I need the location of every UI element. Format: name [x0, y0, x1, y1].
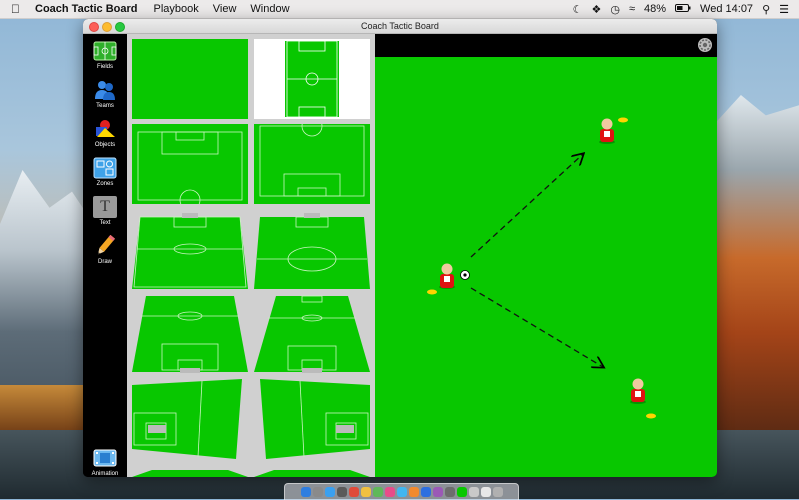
tool-fields[interactable]: Fields	[83, 40, 127, 70]
field-thumbnail-angled-right[interactable]	[254, 379, 370, 459]
player-marker-bottom[interactable]	[630, 378, 646, 405]
field-thumbnail-partial-left[interactable]	[132, 464, 248, 477]
field-thumbnail-half-top[interactable]	[132, 124, 248, 204]
field-thumbnail-perspective-4[interactable]	[254, 294, 370, 374]
trash-icon[interactable]	[492, 487, 503, 497]
field-thumbnail-perspective-3[interactable]	[132, 294, 248, 374]
objects-icon	[93, 118, 117, 140]
cone-marker-top[interactable]	[618, 117, 628, 123]
menu-playbook[interactable]: Playbook	[154, 3, 199, 15]
window-title: Coach Tactic Board	[361, 21, 439, 31]
text-tool-glyph: T	[100, 198, 110, 215]
notes-icon[interactable]	[360, 487, 371, 497]
close-window-button[interactable]	[89, 22, 99, 32]
photo-booth-icon[interactable]	[336, 487, 347, 497]
spotlight-search-icon[interactable]: ⚲	[762, 3, 770, 16]
app-menu[interactable]: Coach Tactic Board	[35, 3, 138, 15]
messages-icon[interactable]	[396, 487, 407, 497]
wifi-icon[interactable]: ≈	[629, 3, 635, 15]
tool-teams[interactable]: Teams	[83, 79, 127, 109]
preview-icon[interactable]	[468, 487, 479, 497]
menu-view[interactable]: View	[213, 3, 237, 15]
zoom-window-button[interactable]	[115, 22, 125, 32]
apple-menu-icon[interactable]: 	[11, 2, 25, 16]
tool-label: Animation	[91, 471, 119, 477]
tool-draw[interactable]: Draw	[83, 234, 127, 265]
field-thumbnail-half-bottom[interactable]	[254, 124, 370, 204]
tool-zones[interactable]: Zones	[83, 157, 127, 187]
menubar-clock[interactable]: Wed 14:07	[700, 3, 753, 15]
player-marker-ball-carrier[interactable]	[439, 263, 455, 290]
gear-icon[interactable]	[697, 37, 713, 53]
tool-text[interactable]: T Text	[83, 196, 127, 226]
field-thumbnail-perspective-2[interactable]	[254, 209, 370, 289]
field-thumbnail-plain[interactable]	[132, 39, 248, 119]
cone-marker-ball-carrier[interactable]	[427, 289, 437, 295]
teams-icon	[93, 79, 117, 101]
clock-icon[interactable]: ◷	[610, 3, 620, 16]
tool-label: Objects	[94, 142, 116, 148]
soccer-ball-icon[interactable]	[460, 270, 470, 280]
field-thumbnail-panel	[127, 34, 375, 477]
cone-marker-bottom[interactable]	[646, 413, 656, 419]
field-icon	[93, 40, 117, 62]
field-thumbnail-partial-right[interactable]	[254, 464, 370, 477]
finder-icon[interactable]	[300, 487, 311, 497]
document-icon[interactable]	[480, 487, 491, 497]
battery-icon[interactable]	[675, 3, 691, 15]
battery-percent: 48%	[644, 3, 667, 15]
menu-window[interactable]: Window	[250, 3, 289, 15]
film-strip-icon	[93, 447, 117, 469]
tool-animation[interactable]: Animation	[83, 447, 127, 477]
photos-icon[interactable]	[384, 487, 395, 497]
desktop-mountain-right	[716, 95, 799, 435]
pass-arrow-down[interactable]	[470, 287, 603, 367]
system-preferences-icon[interactable]	[444, 487, 455, 497]
tool-label: Text	[99, 220, 111, 226]
board-top-bar	[375, 34, 717, 57]
minimize-window-button[interactable]	[102, 22, 112, 32]
app-store-icon[interactable]	[420, 487, 431, 497]
tool-objects[interactable]: Objects	[83, 118, 127, 148]
menu-bar:  Coach Tactic Board Playbook View Windo…	[0, 0, 799, 19]
text-icon: T	[93, 196, 117, 218]
tool-label: Teams	[96, 103, 114, 109]
pass-arrow-up[interactable]	[470, 154, 583, 258]
launchpad-icon[interactable]	[312, 487, 323, 497]
itunes-icon[interactable]	[432, 487, 443, 497]
status-area: ☾ ❖ ◷ ≈ 48% Wed 14:07 ⚲ ☰	[573, 0, 789, 18]
tool-label: Draw	[97, 259, 112, 265]
field-thumbnail-perspective-1[interactable]	[132, 209, 248, 289]
tool-label: Zones	[96, 181, 114, 187]
tactic-board[interactable]	[375, 57, 717, 477]
dock	[284, 483, 519, 500]
field-thumbnail-angled-left[interactable]	[132, 379, 248, 459]
books-icon[interactable]	[408, 487, 419, 497]
calendar-icon[interactable]	[348, 487, 359, 497]
dropbox-icon[interactable]: ❖	[591, 3, 601, 16]
notification-center-icon[interactable]: ☰	[779, 3, 789, 16]
zones-icon	[93, 157, 117, 179]
desktop-hills-left	[0, 385, 90, 435]
pencil-icon	[93, 234, 117, 257]
maps-icon[interactable]	[372, 487, 383, 497]
window-titlebar[interactable]: Coach Tactic Board	[83, 19, 717, 34]
app-window: Coach Tactic Board Fields Teams Objects	[83, 19, 717, 477]
tool-sidebar: Fields Teams Objects Zones T Text Draw A…	[83, 34, 127, 477]
safari-icon[interactable]	[324, 487, 335, 497]
field-thumbnail-full-vertical[interactable]	[254, 39, 370, 119]
tool-label: Fields	[96, 64, 113, 70]
coach-tactic-board-icon[interactable]	[456, 487, 467, 497]
player-marker-top[interactable]	[599, 118, 615, 145]
moon-icon[interactable]: ☾	[573, 3, 583, 16]
